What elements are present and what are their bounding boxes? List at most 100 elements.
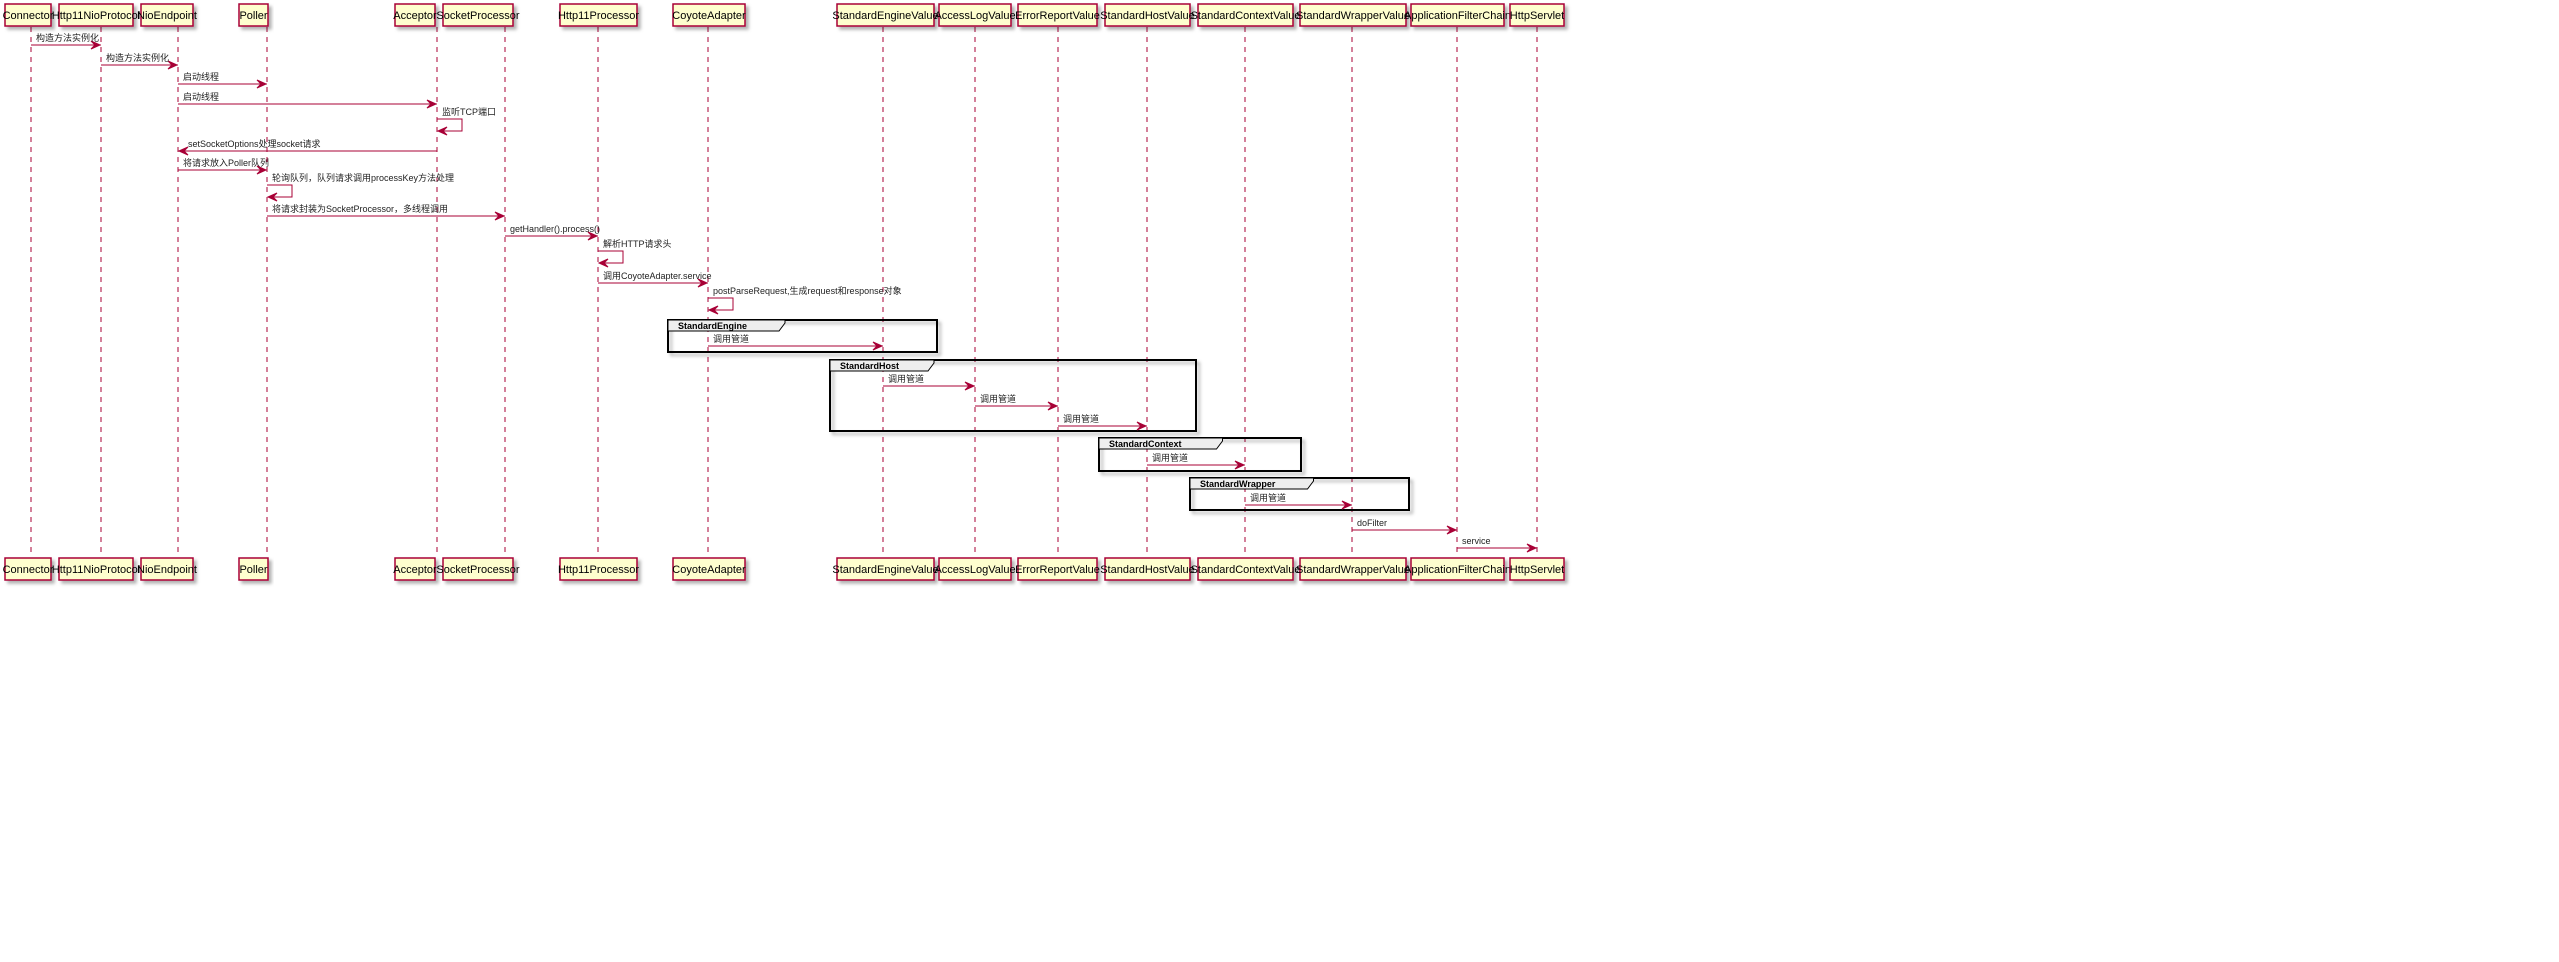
participant-bottom: SocketProcessor xyxy=(436,557,520,581)
participant-bottom: NioEndpoint xyxy=(137,557,197,581)
participant-label: HttpServlet xyxy=(1510,564,1564,576)
participant-bottom: Http11NioProtocol xyxy=(52,557,140,581)
group-label: StandardEngine xyxy=(678,321,747,331)
message-label: 解析HTTP请求头 xyxy=(603,238,672,249)
message: 解析HTTP请求头 xyxy=(597,238,672,268)
participant-label: StandardWrapperValue xyxy=(1296,564,1410,576)
message: getHandler().process() xyxy=(505,224,600,241)
message: 将请求放入Poller队列 xyxy=(178,157,269,175)
message-label: setSocketOptions处理socket请求 xyxy=(188,138,321,149)
message: 调用管道 xyxy=(1058,413,1148,431)
message: 调用管道 xyxy=(1245,492,1353,510)
participant-top: StandardHostValue xyxy=(1100,3,1195,27)
participant-label: SocketProcessor xyxy=(436,10,519,22)
participant-top: CoyoteAdapter xyxy=(672,3,746,27)
participant-top: Poller xyxy=(238,3,269,27)
participant-label: AccessLogValue xyxy=(934,564,1015,576)
participant-bottom: CoyoteAdapter xyxy=(672,557,746,581)
participant-label: SocketProcessor xyxy=(436,564,519,576)
participant-label: StandardWrapperValue xyxy=(1296,10,1410,22)
message: setSocketOptions处理socket请求 xyxy=(177,138,437,156)
message: 构造方法实例化 xyxy=(101,52,179,70)
participant-bottom: HttpServlet xyxy=(1509,557,1565,581)
message-label: 启动线程 xyxy=(183,91,219,102)
participant-bottom: StandardContextValue xyxy=(1191,557,1301,581)
message: 调用管道 xyxy=(708,333,884,351)
participant-label: CoyoteAdapter xyxy=(672,564,746,576)
message-label: 构造方法实例化 xyxy=(36,32,99,43)
message-label: 将请求放入Poller队列 xyxy=(183,157,269,168)
participant-top: HttpServlet xyxy=(1509,3,1565,27)
participant-top: StandardContextValue xyxy=(1191,3,1301,27)
message-label: 调用管道 xyxy=(713,333,749,344)
participant-top: NioEndpoint xyxy=(137,3,197,27)
self-message-line xyxy=(708,297,734,311)
participant-label: Connector xyxy=(3,564,54,576)
message: service xyxy=(1457,536,1538,553)
message-label: postParseRequest,生成request和response对象 xyxy=(713,285,902,296)
participant-top: ApplicationFilterChain xyxy=(1404,3,1511,27)
message-label: 调用管道 xyxy=(1250,492,1286,503)
participant-label: StandardContextValue xyxy=(1191,564,1301,576)
message: 将请求封装为SocketProcessor，多线程调用 xyxy=(267,203,506,221)
message-label: 调用管道 xyxy=(980,393,1016,404)
participant-bottom: Acceptor xyxy=(393,557,437,581)
participant-bottom: ApplicationFilterChain xyxy=(1404,557,1511,581)
participant-label: StandardEngineValue xyxy=(832,10,938,22)
participant-top: Http11NioProtocol xyxy=(52,3,140,27)
participant-label: ErrorReportValue xyxy=(1015,564,1100,576)
participant-label: ErrorReportValue xyxy=(1015,10,1100,22)
message: 调用管道 xyxy=(883,373,976,391)
participant-label: Http11Processor xyxy=(558,10,639,22)
participant-label: NioEndpoint xyxy=(137,564,197,576)
message: 调用CoyoteAdapter.service xyxy=(598,271,712,288)
participant-label: AccessLogValue xyxy=(934,10,1015,22)
participant-bottom: Connector xyxy=(3,557,54,581)
message-label: 监听TCP端口 xyxy=(442,106,496,117)
message-label: 将请求封装为SocketProcessor，多线程调用 xyxy=(272,203,448,214)
participant-top: Acceptor xyxy=(393,3,437,27)
message-label: 调用管道 xyxy=(888,373,924,384)
sequence-diagram: ConnectorConnectorHttp11NioProtocolHttp1… xyxy=(3,3,1565,581)
message-label: 构造方法实例化 xyxy=(106,52,169,63)
participant-bottom: Poller xyxy=(238,557,269,581)
message: 轮询队列，队列请求调用processKey方法处理 xyxy=(266,172,454,202)
participant-top: StandardEngineValue xyxy=(832,3,939,27)
participant-label: NioEndpoint xyxy=(137,10,197,22)
participant-top: AccessLogValue xyxy=(934,3,1016,27)
self-message-line xyxy=(437,118,463,132)
message-label: 调用管道 xyxy=(1063,413,1099,424)
participant-label: Connector xyxy=(3,10,54,22)
self-message-line xyxy=(267,184,293,198)
participant-label: ApplicationFilterChain xyxy=(1404,10,1511,22)
message-label: 调用CoyoteAdapter.service xyxy=(603,271,712,281)
message-label: 轮询队列，队列请求调用processKey方法处理 xyxy=(272,172,454,183)
participant-label: StandardHostValue xyxy=(1100,10,1195,22)
message: 启动线程 xyxy=(178,71,268,89)
participant-label: Http11Processor xyxy=(558,564,639,576)
message: 调用管道 xyxy=(975,393,1059,411)
message-label: service xyxy=(1462,536,1491,546)
participant-label: CoyoteAdapter xyxy=(672,10,746,22)
group-label: StandardContext xyxy=(1109,439,1182,449)
group-label: StandardHost xyxy=(840,361,899,371)
participant-bottom: Http11Processor xyxy=(558,557,639,581)
participant-top: ErrorReportValue xyxy=(1015,3,1100,27)
self-message-line xyxy=(598,250,624,264)
message: 监听TCP端口 xyxy=(436,106,496,136)
participant-bottom: ErrorReportValue xyxy=(1015,557,1100,581)
message: 构造方法实例化 xyxy=(31,32,102,50)
message: 调用管道 xyxy=(1147,452,1246,470)
message: 启动线程 xyxy=(178,91,438,109)
participant-label: Acceptor xyxy=(393,10,437,22)
participant-top: Connector xyxy=(3,3,54,27)
participant-label: Poller xyxy=(239,564,267,576)
participant-label: HttpServlet xyxy=(1510,10,1564,22)
message-label: doFilter xyxy=(1357,518,1387,528)
participant-label: StandardEngineValue xyxy=(832,564,938,576)
message-label: getHandler().process() xyxy=(510,224,600,234)
participant-top: SocketProcessor xyxy=(436,3,520,27)
participant-label: Acceptor xyxy=(393,564,437,576)
participant-label: StandardContextValue xyxy=(1191,10,1301,22)
participant-label: Http11NioProtocol xyxy=(52,10,140,22)
